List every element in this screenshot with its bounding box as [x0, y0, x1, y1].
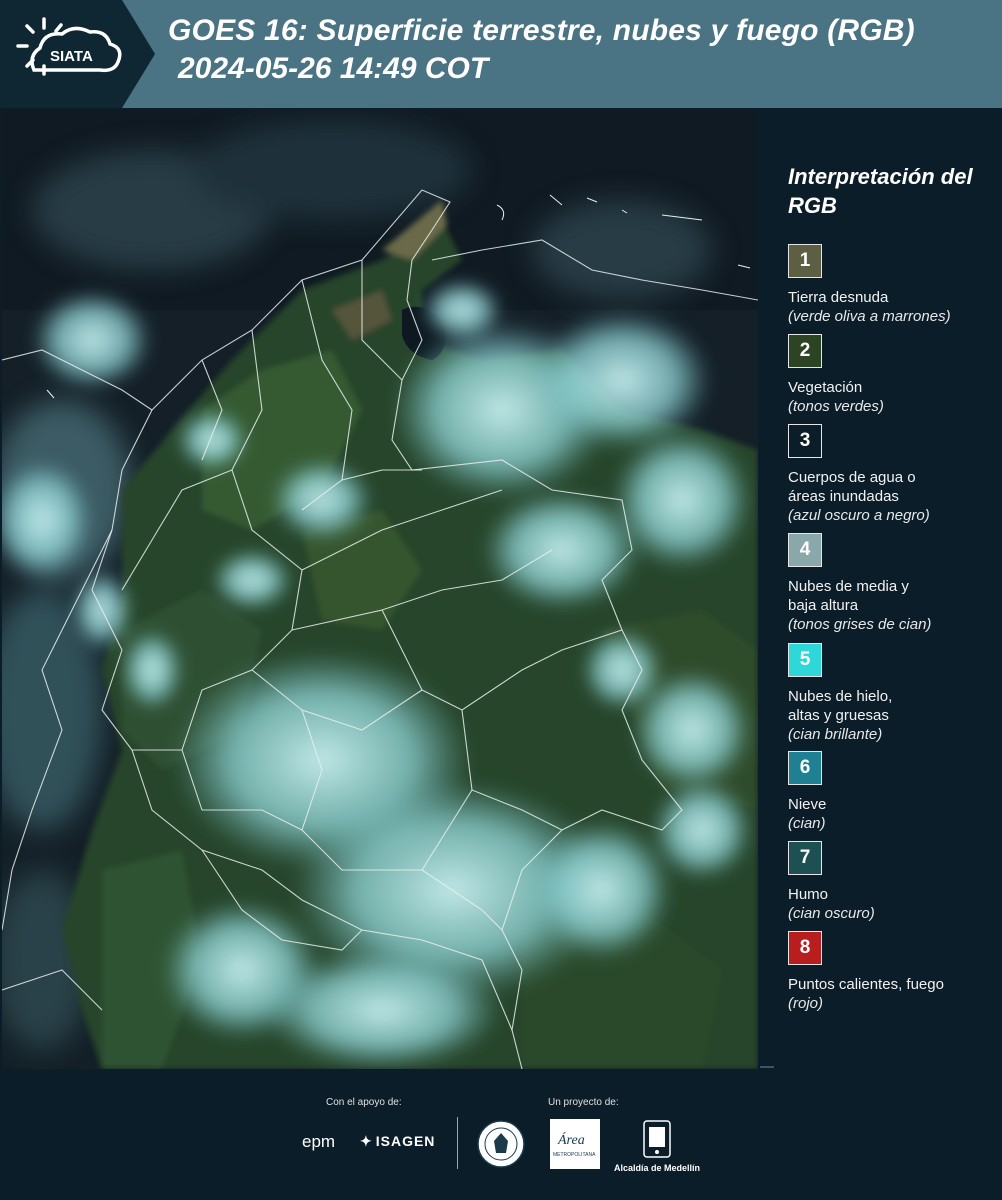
legend-swatch: 7 [788, 841, 822, 875]
isagen-logo: ✦ ISAGEN [360, 1133, 435, 1150]
legend-item-label: Nieve [788, 796, 827, 813]
legend-swatch: 5 [788, 643, 822, 677]
legend-item: 7 Humo (cian oscuro) [788, 841, 998, 923]
epm-logo: epm [302, 1132, 336, 1151]
footer: Con el apoyo de: Un proyecto de: epm ✦ IS… [0, 1069, 1002, 1200]
legend-item-note: (verde oliva a marrones) [788, 308, 951, 325]
legend-swatch: 4 [788, 533, 822, 567]
header: SIATA GOES 16: Superficie terrestre, nub… [0, 0, 1002, 108]
alcaldia-medellin-logo: Alcaldía de Medellín [612, 1119, 702, 1179]
legend-item: 5 Nubes de hielo, altas y gruesas (cian … [788, 643, 998, 744]
legend-item-label: Nubes de media y baja altura [788, 578, 909, 614]
legend-item-label: Humo [788, 886, 829, 903]
satellite-image [2, 110, 758, 1069]
isagen-text: ISAGEN [375, 1133, 436, 1149]
project-label: Un proyecto de: [548, 1097, 619, 1108]
area-logo-subtext: METROPOLITANA [553, 1152, 596, 1158]
support-label: Con el apoyo de: [326, 1097, 402, 1108]
siata-logo: SIATA [0, 0, 155, 108]
legend-item-note: (cian oscuro) [788, 905, 875, 922]
legend-item-note: (cian) [788, 815, 826, 832]
legend-swatch: 6 [788, 751, 822, 785]
legend-item: 1 Tierra desnuda (verde oliva a marrones… [788, 244, 998, 326]
legend-item-note: (azul oscuro a negro) [788, 507, 930, 524]
legend-item: 3 Cuerpos de agua o áreas inundadas (azu… [788, 424, 998, 525]
legend-item-label: Nubes de hielo, altas y gruesas [788, 688, 893, 724]
legend-swatch: 8 [788, 931, 822, 965]
siata-logo-text: SIATA [50, 48, 93, 65]
legend-swatch: 1 [788, 244, 822, 278]
legend-swatch: 3 [788, 424, 822, 458]
legend-item-label: Cuerpos de agua o áreas inundadas [788, 469, 916, 505]
area-logo-text: Área [557, 1131, 585, 1148]
alcaldia-text: Alcaldía de Medellín [613, 1163, 701, 1173]
university-seal-icon [477, 1120, 525, 1168]
page-title: GOES 16: Superficie terrestre, nubes y f… [168, 14, 915, 47]
divider [760, 1066, 774, 1068]
legend-item-note: (tonos verdes) [788, 398, 884, 415]
legend-item-label: Puntos calientes, fuego [788, 976, 944, 993]
legend-swatch: 2 [788, 334, 822, 368]
legend-item-note: (cian brillante) [788, 726, 883, 743]
legend-item-note: (rojo) [788, 995, 824, 1012]
image-datetime: 2024-05-26 14:49 COT [178, 52, 489, 85]
medellin-crest-icon [643, 1120, 671, 1158]
legend-title: Interpretación del RGB [788, 164, 973, 218]
legend-item: 8 Puntos calientes, fuego (rojo) [788, 931, 998, 1013]
legend-item-label: Tierra desnuda [788, 289, 889, 306]
legend-item-note: (tonos grises de cian) [788, 616, 932, 633]
area-metropolitana-logo: Área METROPOLITANA [550, 1119, 600, 1169]
legend-item-label: Vegetación [788, 379, 863, 396]
legend-item: 4 Nubes de media y baja altura (tonos gr… [788, 533, 998, 634]
divider [457, 1117, 458, 1169]
isagen-mark-icon: ✦ [360, 1133, 373, 1149]
rgb-legend: Interpretación del RGB 1 Tierra desnuda … [760, 110, 1002, 1069]
legend-item: 6 Nieve (cian) [788, 751, 998, 833]
legend-item: 2 Vegetación (tonos verdes) [788, 334, 998, 416]
